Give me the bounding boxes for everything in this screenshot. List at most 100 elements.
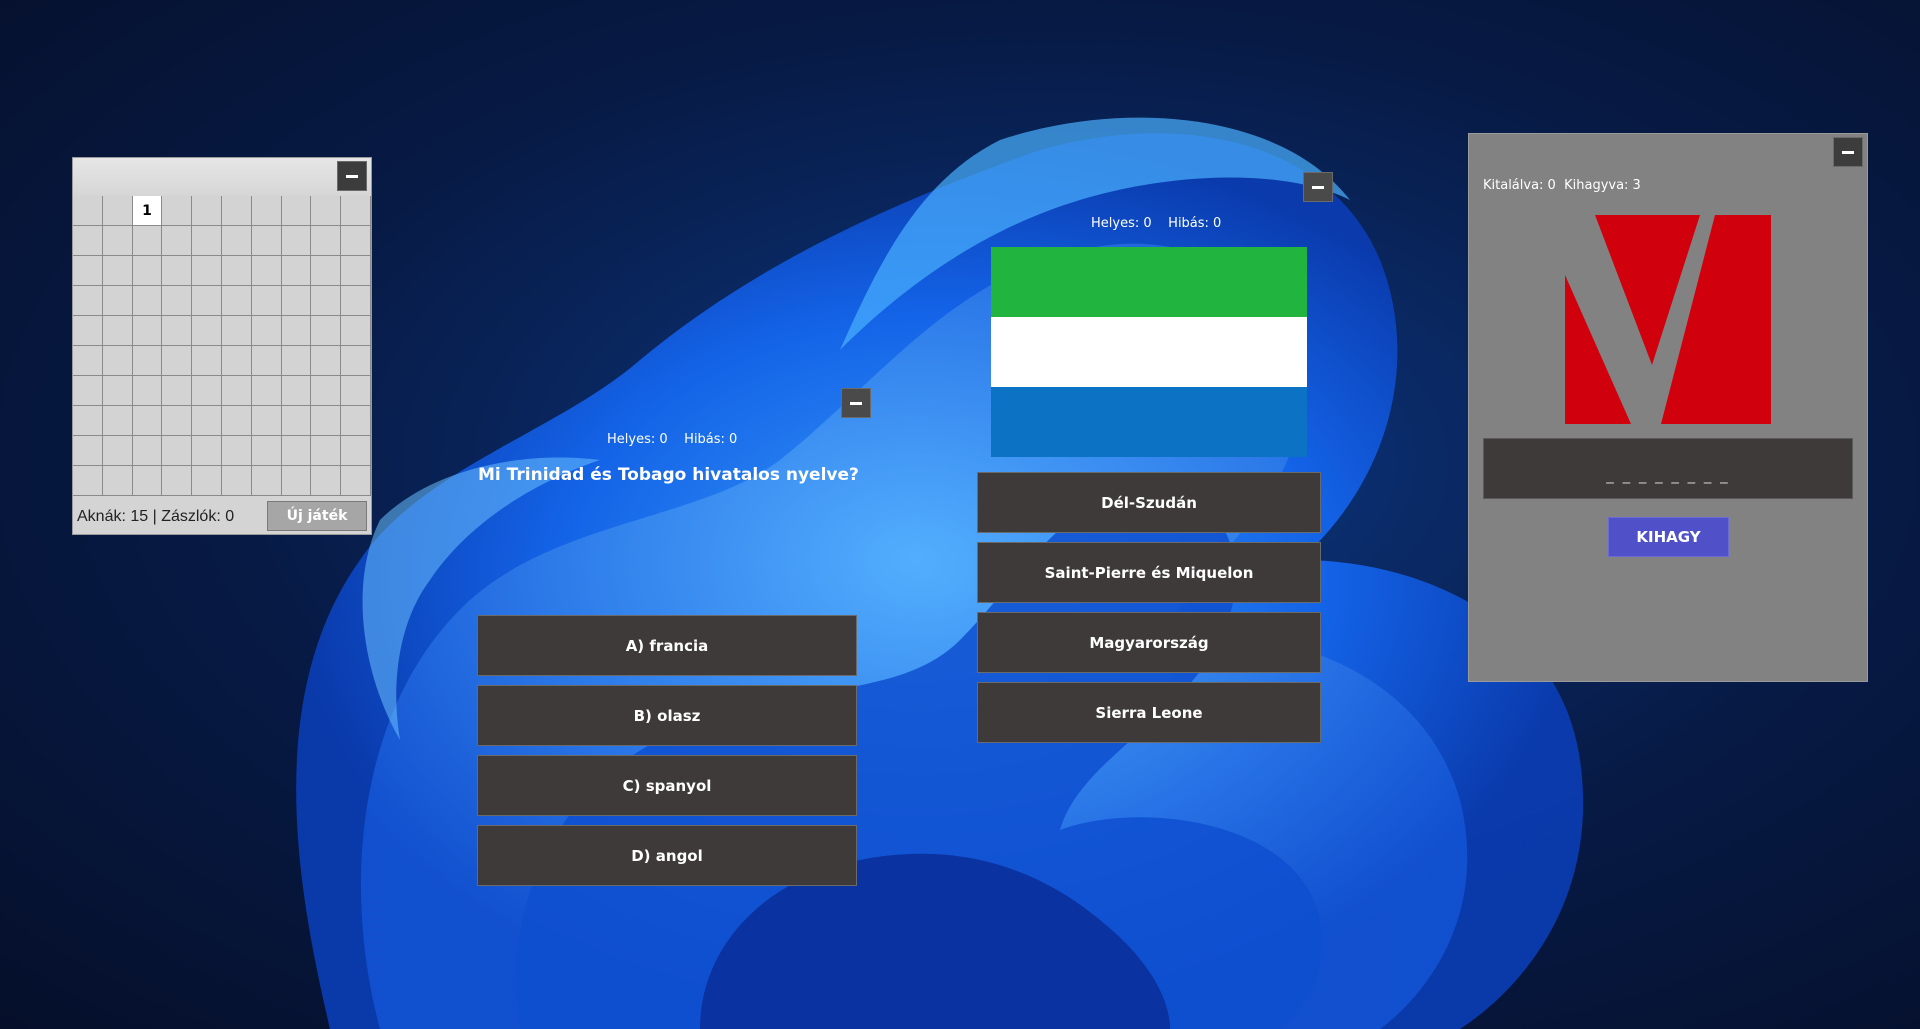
minesweeper-cell[interactable] xyxy=(281,256,312,286)
minesweeper-cell[interactable] xyxy=(341,406,371,436)
minesweeper-cell[interactable] xyxy=(311,316,342,346)
minesweeper-cell[interactable] xyxy=(73,436,103,466)
minesweeper-cell[interactable] xyxy=(281,346,312,376)
minesweeper-cell[interactable] xyxy=(102,346,133,376)
minesweeper-cell[interactable] xyxy=(221,466,252,496)
minesweeper-cell[interactable] xyxy=(192,376,222,406)
minesweeper-cell[interactable] xyxy=(251,226,282,256)
minesweeper-cell[interactable] xyxy=(221,256,252,286)
minesweeper-cell[interactable] xyxy=(132,316,163,346)
flag-answer-4[interactable]: Sierra Leone xyxy=(977,682,1321,743)
minesweeper-cell[interactable] xyxy=(251,256,282,286)
minesweeper-cell[interactable] xyxy=(251,316,282,346)
minesweeper-cell[interactable] xyxy=(221,376,252,406)
flag-answer-2[interactable]: Saint-Pierre és Miquelon xyxy=(977,542,1321,603)
minesweeper-cell[interactable] xyxy=(192,436,222,466)
logo-quiz-minimize-button[interactable] xyxy=(1833,137,1863,167)
minesweeper-cell[interactable] xyxy=(341,346,371,376)
minesweeper-cell[interactable] xyxy=(162,196,193,226)
quiz-answer-a[interactable]: A) francia xyxy=(477,615,857,676)
minesweeper-cell[interactable] xyxy=(162,466,193,496)
minesweeper-cell[interactable] xyxy=(162,436,193,466)
minesweeper-cell[interactable] xyxy=(132,286,163,316)
minesweeper-cell[interactable] xyxy=(162,256,193,286)
minesweeper-cell[interactable] xyxy=(73,226,103,256)
minesweeper-cell[interactable] xyxy=(281,436,312,466)
minesweeper-cell[interactable] xyxy=(251,406,282,436)
quiz-answer-c[interactable]: C) spanyol xyxy=(477,755,857,816)
minesweeper-cell[interactable] xyxy=(102,226,133,256)
logo-answer-field[interactable]: _ _ _ _ _ _ _ _ xyxy=(1483,438,1853,499)
new-game-button[interactable]: Új játék xyxy=(267,501,367,531)
minesweeper-cell[interactable] xyxy=(192,226,222,256)
minesweeper-cell[interactable] xyxy=(341,286,371,316)
minesweeper-cell[interactable] xyxy=(341,376,371,406)
minesweeper-cell[interactable] xyxy=(221,406,252,436)
minesweeper-cell[interactable] xyxy=(192,256,222,286)
minesweeper-cell[interactable] xyxy=(73,346,103,376)
minesweeper-cell[interactable] xyxy=(192,406,222,436)
minesweeper-cell[interactable] xyxy=(162,406,193,436)
minesweeper-cell[interactable] xyxy=(221,286,252,316)
minesweeper-cell[interactable] xyxy=(132,406,163,436)
minesweeper-cell[interactable] xyxy=(73,376,103,406)
minesweeper-cell[interactable] xyxy=(311,436,342,466)
minesweeper-cell[interactable] xyxy=(281,466,312,496)
minesweeper-cell[interactable] xyxy=(162,316,193,346)
minesweeper-cell[interactable] xyxy=(251,436,282,466)
minesweeper-cell[interactable] xyxy=(162,226,193,256)
quiz-answer-b[interactable]: B) olasz xyxy=(477,685,857,746)
minesweeper-cell[interactable] xyxy=(192,316,222,346)
minesweeper-cell[interactable] xyxy=(311,376,342,406)
minesweeper-cell[interactable] xyxy=(281,196,312,226)
minesweeper-cell[interactable] xyxy=(341,226,371,256)
minesweeper-cell[interactable] xyxy=(341,436,371,466)
flag-answer-3[interactable]: Magyarország xyxy=(977,612,1321,673)
minesweeper-cell[interactable] xyxy=(281,286,312,316)
flag-quiz-minimize-button[interactable] xyxy=(1303,172,1333,202)
minesweeper-cell[interactable] xyxy=(311,256,342,286)
minesweeper-cell[interactable] xyxy=(221,226,252,256)
minesweeper-cell[interactable] xyxy=(251,346,282,376)
minesweeper-cell[interactable] xyxy=(311,466,342,496)
minesweeper-cell[interactable] xyxy=(102,376,133,406)
minesweeper-cell[interactable] xyxy=(311,346,342,376)
minesweeper-cell[interactable] xyxy=(73,466,103,496)
minesweeper-cell[interactable] xyxy=(251,196,282,226)
minesweeper-cell[interactable] xyxy=(281,226,312,256)
minesweeper-cell[interactable] xyxy=(221,436,252,466)
minesweeper-cell[interactable] xyxy=(192,466,222,496)
minesweeper-cell[interactable] xyxy=(102,286,133,316)
minesweeper-cell[interactable]: 1 xyxy=(132,196,163,226)
minesweeper-cell[interactable] xyxy=(102,466,133,496)
minesweeper-cell[interactable] xyxy=(132,466,163,496)
minesweeper-cell[interactable] xyxy=(341,316,371,346)
minesweeper-cell[interactable] xyxy=(132,226,163,256)
quiz-answer-d[interactable]: D) angol xyxy=(477,825,857,886)
minesweeper-cell[interactable] xyxy=(251,286,282,316)
minesweeper-cell[interactable] xyxy=(132,256,163,286)
minesweeper-cell[interactable] xyxy=(73,316,103,346)
flag-answer-1[interactable]: Dél-Szudán xyxy=(977,472,1321,533)
minesweeper-cell[interactable] xyxy=(162,286,193,316)
minesweeper-cell[interactable] xyxy=(192,196,222,226)
minesweeper-cell[interactable] xyxy=(311,196,342,226)
minesweeper-cell[interactable] xyxy=(221,316,252,346)
minesweeper-cell[interactable] xyxy=(73,196,103,226)
minesweeper-cell[interactable] xyxy=(192,346,222,376)
minesweeper-cell[interactable] xyxy=(132,346,163,376)
minesweeper-cell[interactable] xyxy=(281,406,312,436)
minesweeper-cell[interactable] xyxy=(73,256,103,286)
minesweeper-cell[interactable] xyxy=(311,286,342,316)
minesweeper-cell[interactable] xyxy=(102,196,133,226)
minesweeper-cell[interactable] xyxy=(341,466,371,496)
quiz-minimize-button[interactable] xyxy=(841,388,871,418)
minesweeper-cell[interactable] xyxy=(251,376,282,406)
minesweeper-cell[interactable] xyxy=(192,286,222,316)
minesweeper-cell[interactable] xyxy=(221,196,252,226)
minesweeper-cell[interactable] xyxy=(102,436,133,466)
minesweeper-cell[interactable] xyxy=(221,346,252,376)
minesweeper-cell[interactable] xyxy=(281,316,312,346)
minesweeper-cell[interactable] xyxy=(73,286,103,316)
minesweeper-cell[interactable] xyxy=(311,406,342,436)
